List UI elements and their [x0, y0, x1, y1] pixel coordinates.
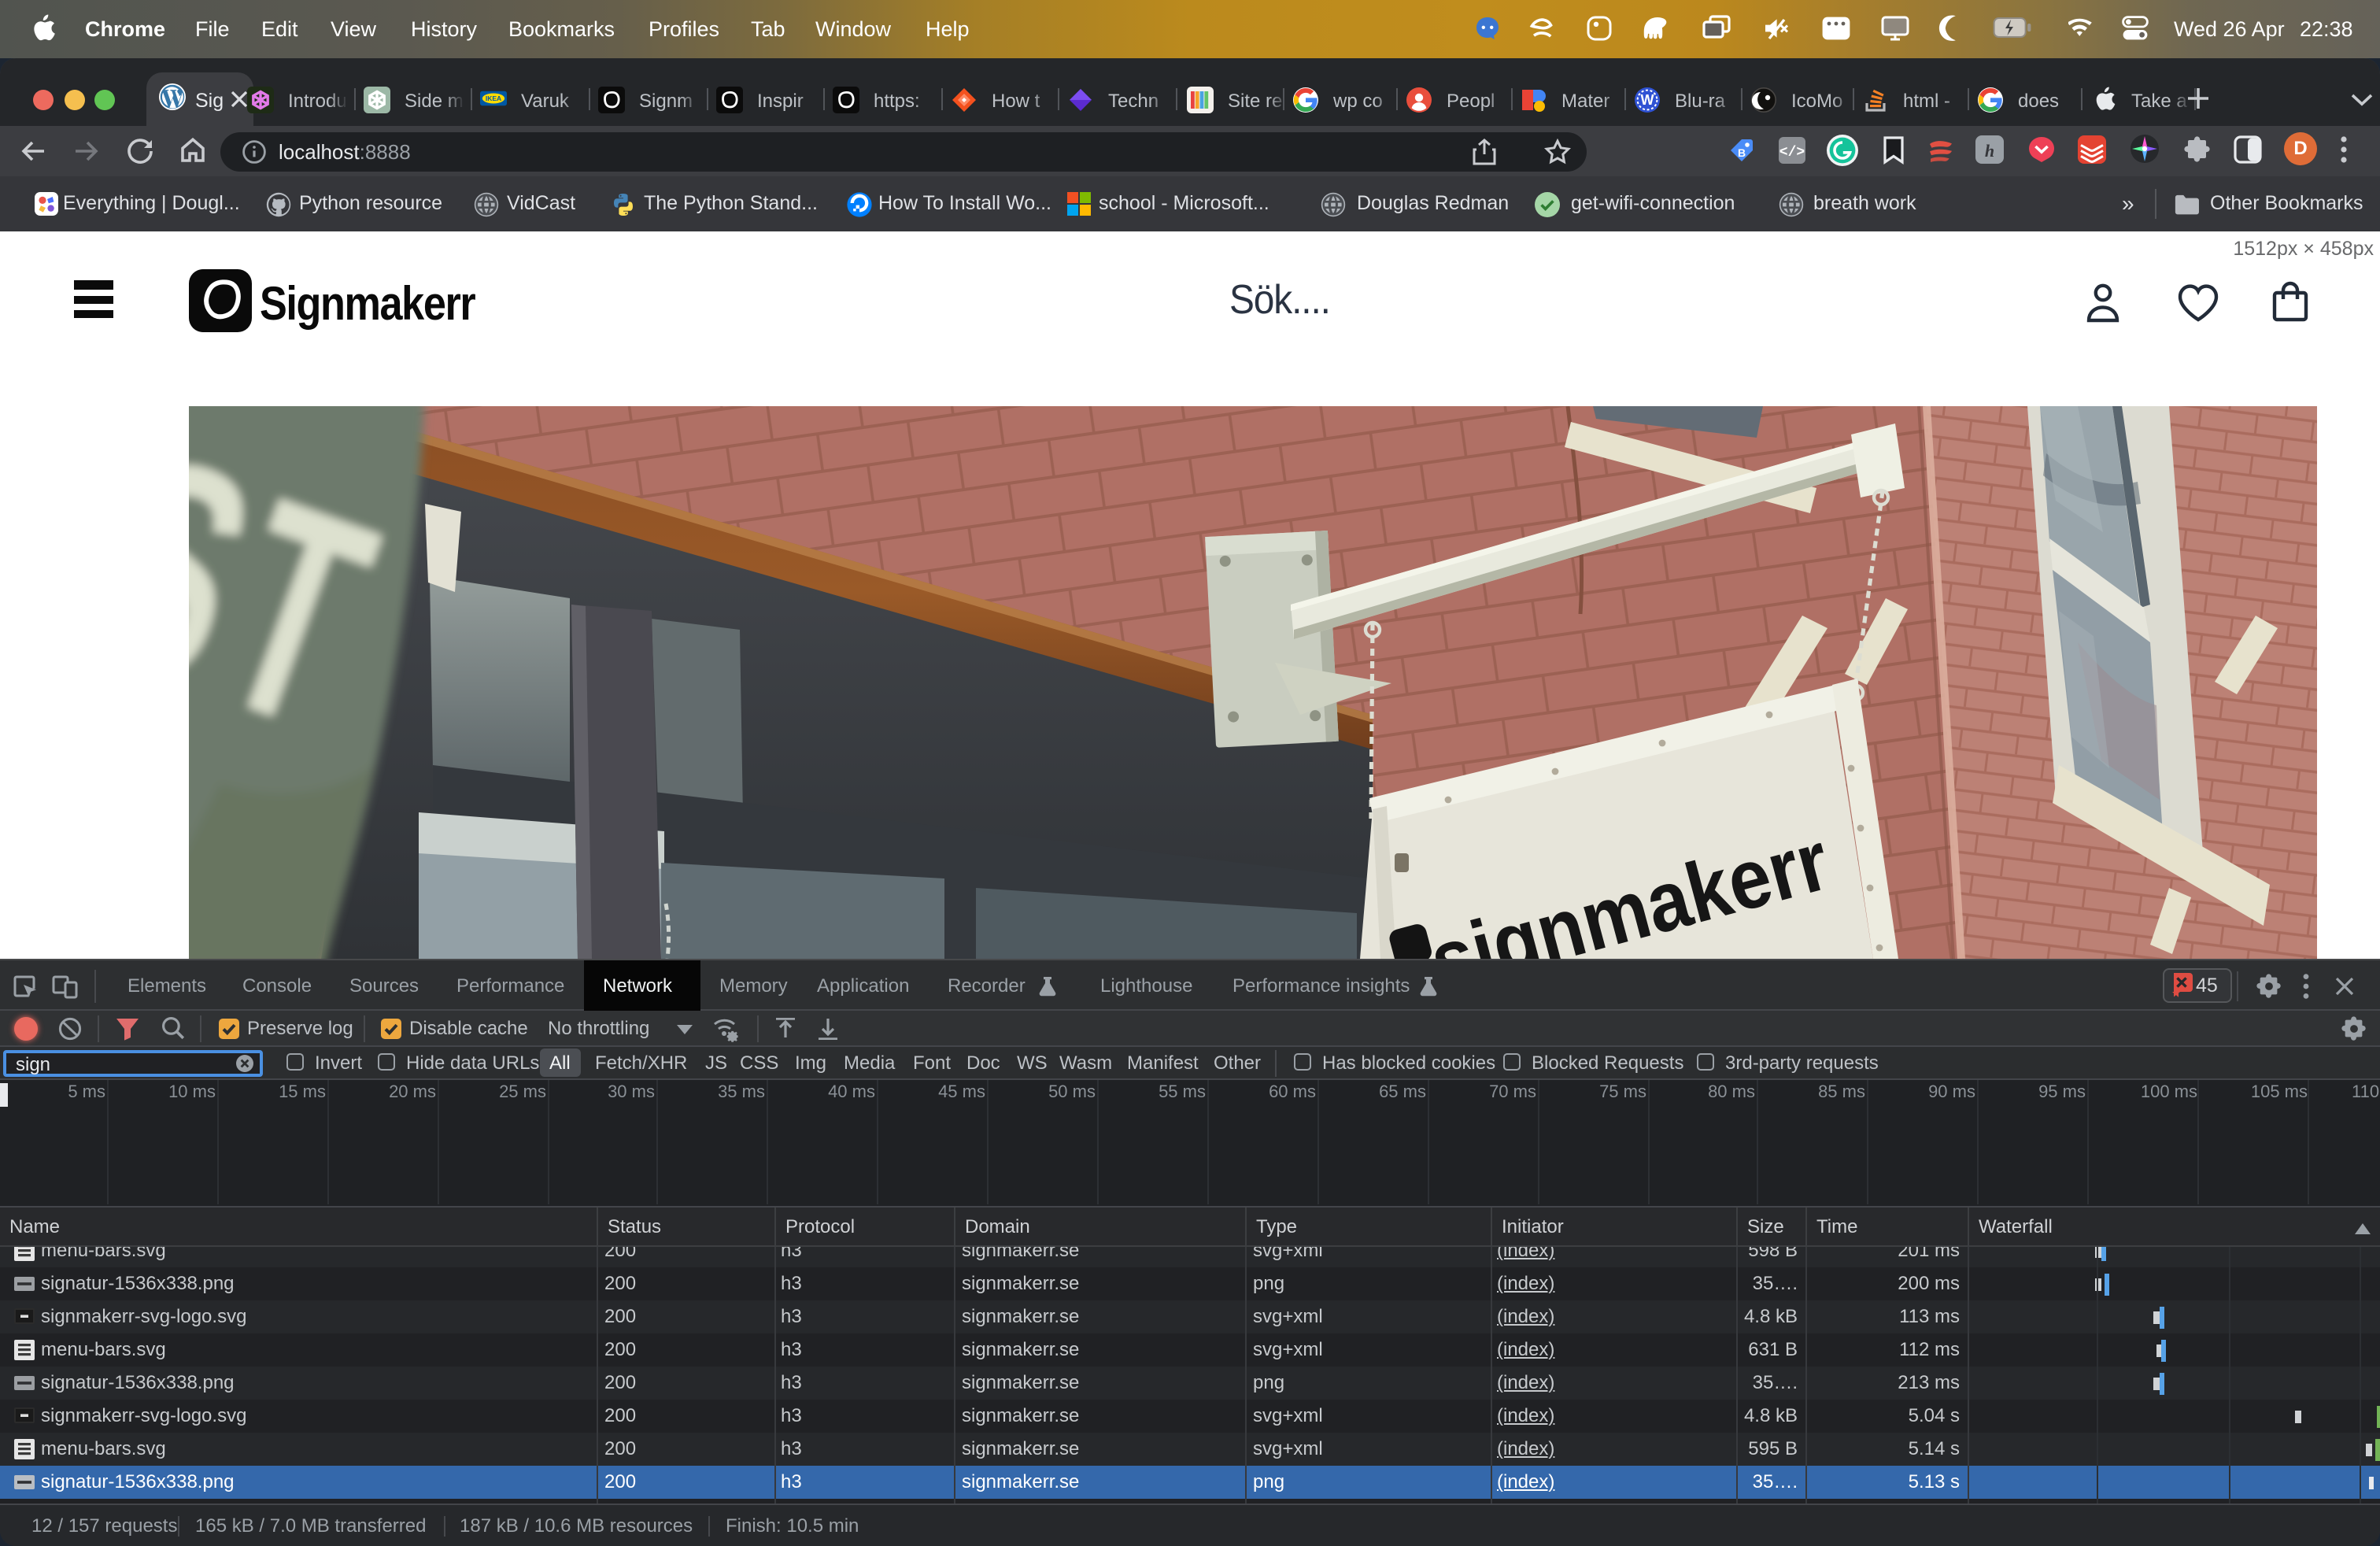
svg-text:B: B	[1738, 146, 1746, 159]
svg-text:h: h	[1985, 141, 1994, 161]
svg-text:W: W	[1641, 91, 1654, 107]
svg-text:</>: </>	[1779, 145, 1805, 161]
svg-text:IKEA: IKEA	[486, 94, 501, 102]
